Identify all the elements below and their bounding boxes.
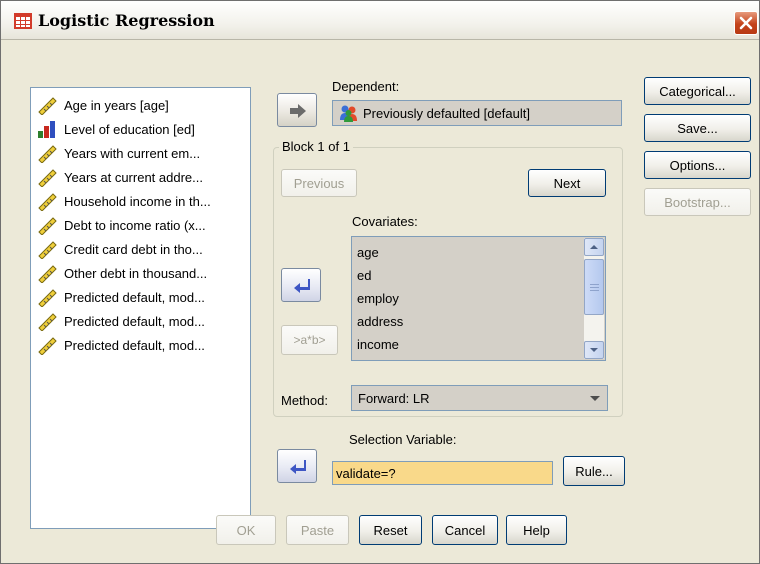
- reset-button[interactable]: Reset: [359, 515, 422, 545]
- covariates-scrollbar[interactable]: [584, 238, 604, 359]
- chevron-down-icon: [590, 396, 600, 401]
- close-icon: [739, 16, 753, 30]
- paste-button[interactable]: Paste: [286, 515, 349, 545]
- scroll-down-icon: [590, 348, 598, 352]
- next-button[interactable]: Next: [528, 169, 606, 197]
- arrow-left-icon: [290, 460, 306, 474]
- scroll-down-button[interactable]: [584, 341, 604, 359]
- variable-item[interactable]: Household income in th...: [36, 190, 211, 212]
- save-button[interactable]: Save...: [644, 114, 751, 142]
- scroll-up-icon: [590, 245, 598, 249]
- variable-item[interactable]: Predicted default, mod...: [36, 286, 205, 308]
- variable-item[interactable]: Credit card debt in tho...: [36, 238, 203, 260]
- scale-ruler-icon: [38, 289, 57, 307]
- logistic-regression-dialog: Logistic Regression Age in years [age] L…: [0, 0, 760, 564]
- scale-ruler-icon: [38, 97, 57, 115]
- rule-button[interactable]: Rule...: [563, 456, 625, 486]
- bootstrap-button[interactable]: Bootstrap...: [644, 188, 751, 216]
- scale-ruler-icon: [38, 241, 57, 259]
- method-label: Method:: [281, 393, 328, 408]
- categorical-button[interactable]: Categorical...: [644, 77, 751, 105]
- spss-table-icon: [14, 13, 32, 29]
- covariates-list[interactable]: age ed employ address income: [351, 236, 606, 361]
- move-to-selection-button[interactable]: [277, 449, 317, 483]
- scale-ruler-icon: [38, 337, 57, 355]
- title-bar[interactable]: Logistic Regression: [1, 1, 759, 40]
- scale-ruler-icon: [38, 313, 57, 331]
- selection-variable-field[interactable]: validate=?: [332, 461, 553, 485]
- variable-item[interactable]: Predicted default, mod...: [36, 334, 205, 356]
- dependent-label: Dependent:: [332, 79, 400, 94]
- covariate-item[interactable]: address: [357, 314, 403, 329]
- options-button[interactable]: Options...: [644, 151, 751, 179]
- covariates-label: Covariates:: [352, 214, 418, 229]
- variable-item[interactable]: Other debt in thousand...: [36, 262, 207, 284]
- previous-button[interactable]: Previous: [281, 169, 357, 197]
- scroll-up-button[interactable]: [584, 238, 604, 256]
- variable-item[interactable]: Age in years [age]: [36, 94, 169, 116]
- scale-ruler-icon: [38, 145, 57, 163]
- window-title: Logistic Regression: [38, 11, 215, 30]
- variable-item[interactable]: Years at current addre...: [36, 166, 203, 188]
- move-to-covariates-button[interactable]: [281, 268, 321, 302]
- selection-variable-value: validate=?: [336, 465, 396, 481]
- cancel-button[interactable]: Cancel: [432, 515, 498, 545]
- selection-variable-label: Selection Variable:: [349, 432, 457, 447]
- block-title: Block 1 of 1: [279, 139, 353, 154]
- method-dropdown[interactable]: Forward: LR: [351, 385, 608, 411]
- interaction-button[interactable]: >a*b>: [281, 325, 338, 355]
- covariate-item[interactable]: income: [357, 337, 399, 352]
- method-value: Forward: LR: [358, 390, 430, 406]
- source-variable-list[interactable]: Age in years [age] Level of education [e…: [30, 87, 251, 529]
- ok-button[interactable]: OK: [216, 515, 276, 545]
- dependent-value: Previously defaulted [default]: [363, 105, 530, 121]
- variable-item[interactable]: Years with current em...: [36, 142, 200, 164]
- ordinal-bar-icon: [38, 121, 55, 138]
- covariate-item[interactable]: age: [357, 245, 379, 260]
- covariate-item[interactable]: ed: [357, 268, 371, 283]
- arrow-right-icon: [290, 104, 306, 118]
- variable-item[interactable]: Debt to income ratio (x...: [36, 214, 206, 236]
- variable-item[interactable]: Predicted default, mod...: [36, 310, 205, 332]
- covariate-item[interactable]: employ: [357, 291, 399, 306]
- nominal-people-icon: [340, 105, 357, 122]
- arrow-left-icon: [294, 279, 310, 293]
- move-to-dependent-button[interactable]: [277, 93, 317, 127]
- scale-ruler-icon: [38, 169, 57, 187]
- scale-ruler-icon: [38, 193, 57, 211]
- variable-item[interactable]: Level of education [ed]: [36, 118, 195, 140]
- help-button[interactable]: Help: [506, 515, 567, 545]
- dependent-field[interactable]: Previously defaulted [default]: [332, 100, 622, 126]
- scale-ruler-icon: [38, 217, 57, 235]
- scale-ruler-icon: [38, 265, 57, 283]
- close-button[interactable]: [734, 11, 758, 35]
- scroll-thumb[interactable]: [584, 259, 604, 315]
